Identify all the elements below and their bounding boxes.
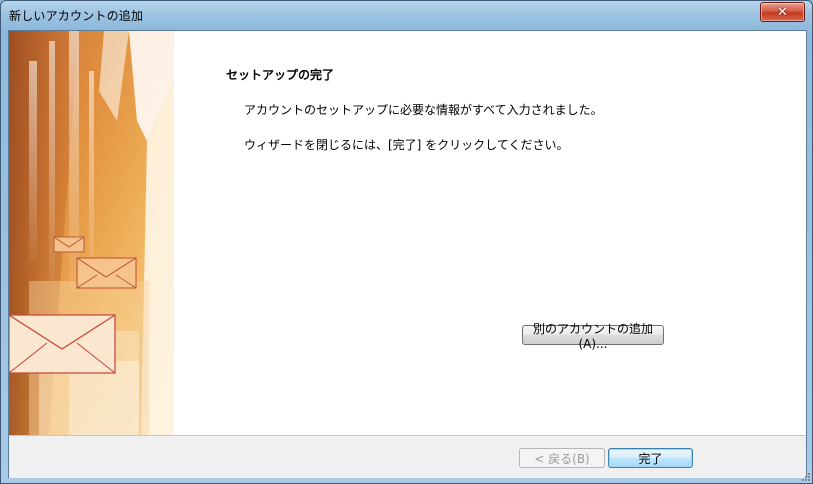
- page-heading: セットアップの完了: [226, 68, 335, 82]
- envelope-icon: [76, 257, 137, 289]
- resize-grip-icon[interactable]: [801, 472, 811, 482]
- banner-artwork: [9, 31, 174, 435]
- dialog-window: 新しいアカウントの追加 ✕ セットアップの完了 アカウントのセットアップに必要な…: [0, 0, 813, 484]
- back-button[interactable]: < 戻る(B): [519, 448, 605, 468]
- close-icon: ✕: [777, 4, 788, 20]
- window-title: 新しいアカウントの追加: [9, 9, 144, 23]
- envelope-icon: [53, 236, 85, 253]
- add-another-account-button[interactable]: 別のアカウントの追加(A)...: [522, 322, 664, 351]
- envelope-icon: [9, 314, 116, 374]
- wizard-footer: < 戻る(B) 完了: [9, 435, 806, 478]
- wizard-side-banner: [9, 31, 174, 435]
- wizard-content: セットアップの完了 アカウントのセットアップに必要な情報がすべて入力されました。…: [226, 66, 786, 171]
- setup-complete-message: アカウントのセットアップに必要な情報がすべて入力されました。: [244, 103, 603, 117]
- title-bar[interactable]: 新しいアカウントの追加 ✕: [1, 1, 812, 29]
- close-button[interactable]: ✕: [760, 2, 805, 22]
- close-instruction-message: ウィザードを閉じるには、[完了] をクリックしてください。: [244, 138, 569, 152]
- finish-button[interactable]: 完了: [608, 448, 693, 468]
- wizard-client-area: セットアップの完了 アカウントのセットアップに必要な情報がすべて入力されました。…: [8, 30, 807, 478]
